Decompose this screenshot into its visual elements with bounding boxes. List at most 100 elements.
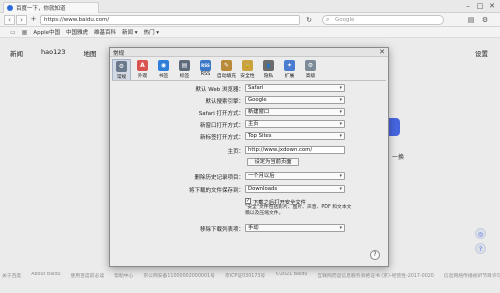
tab-label: 扩展 [284,74,295,79]
save-downloads-select[interactable]: Downloads ▾ [245,185,345,193]
search-input[interactable]: ⌕ Google [322,15,444,25]
tab-pref-2[interactable]: ◉ 书签 [154,59,173,80]
homepage-row: 主页： http://www.jxdown.com/ [110,146,388,155]
help-button[interactable]: ? [370,250,380,260]
preferences-tabs: ⚙ 常规 A 外观 ◉ 书签 ▤ 标签 RSS RSS ✎ 自动填充 🔒 安全性 👤 隐私 ✦ 扩展 ⚙ 高级 [112,59,386,81]
set-current-row: 设定为当前页面 [110,158,388,167]
search-icon: ⌕ [326,16,330,23]
tab-label: 高级 [305,74,316,79]
search-engine-value: Google [248,97,267,103]
new-window-label: 新窗口打开方式： [199,123,244,129]
reload-icon[interactable]: ↻ [304,15,314,25]
chevron-down-icon: ▾ [339,225,342,231]
save-downloads-row: 将下载的文件保存到： Downloads ▾ [110,185,388,194]
default-browser-value: Safari [248,85,264,91]
bookmark-item[interactable]: 新闻 ▾ [122,28,138,36]
chevron-down-icon: ▾ [339,133,342,139]
remove-history-select[interactable]: 一个月以后 ▾ [245,172,345,180]
remove-downloads-select[interactable]: 手动 ▾ [245,224,345,232]
browser-toolbar: ‹ › + https://www.baidu.com/ ↻ ⌕ Google … [0,13,500,27]
save-downloads-label: 将下载的文件保存到： [188,188,244,194]
dialog-title: 常规 [113,51,125,57]
address-bar[interactable]: https://www.baidu.com/ [40,15,300,25]
bookmark-item[interactable]: 中国雅虎 [66,28,88,36]
tab-label: 外观 [137,74,148,79]
remove-downloads-label: 移除下载列表项： [199,227,244,233]
search-engine-select[interactable]: Google ▾ [245,96,345,104]
chevron-down-icon: ▾ [339,121,342,127]
tab-icon: 👤 [263,60,274,71]
search-placeholder: Google [335,17,355,23]
title-bar: 百度一下，你就知道 – □ ✕ [0,0,500,13]
default-browser-select[interactable]: Safari ▾ [245,84,345,92]
chevron-down-icon: ▾ [339,186,342,192]
tab-pref-1[interactable]: A 外观 [133,59,152,80]
chevron-down-icon: ▾ [339,173,342,179]
open-safari-value: 新建窗口 [248,109,270,115]
bookmark-item[interactable]: 维基百科 [94,28,116,36]
remove-downloads-row: 移除下载列表项： 手动 ▾ [110,224,388,233]
maximize-icon[interactable]: □ [474,1,486,11]
bookmark-item[interactable]: Apple中国 [33,28,60,36]
close-icon[interactable]: ✕ [379,48,385,56]
remove-history-row: 删除历史记录项目： 一个月以后 ▾ [110,172,388,181]
page-menu-icon[interactable]: ▤ [466,15,476,25]
tab-icon: RSS [200,60,211,71]
tab-label: 标签 [179,74,190,79]
dialog-title-bar: 常规 ✕ [110,48,388,57]
set-current-page-button[interactable]: 设定为当前页面 [247,158,299,166]
tab-pref-8[interactable]: ✦ 扩展 [280,59,299,80]
search-engine-row: 默认搜索引擎： Google ▾ [110,96,388,105]
remove-history-label: 删除历史记录项目： [194,175,244,181]
tab-pref-5[interactable]: ✎ 自动填充 [217,59,236,80]
homepage-label: 主页： [227,149,244,155]
close-window-icon[interactable]: ✕ [486,1,498,11]
bookmark-item[interactable]: 热门 ▾ [144,28,160,36]
new-window-select[interactable]: 主页 ▾ [245,120,345,128]
top-sites-icon[interactable]: ▦ [22,29,28,36]
tab-label: 隐私 [263,74,274,79]
open-safari-select[interactable]: 新建窗口 ▾ [245,108,345,116]
search-engine-label: 默认搜索引擎： [205,99,244,105]
homepage-field[interactable]: http://www.jxdown.com/ [245,146,345,154]
bookmarks-book-icon[interactable]: ▭ [10,29,16,36]
tab-pref-7[interactable]: 👤 隐私 [259,59,278,80]
new-tab-label: 新标签打开方式： [199,135,244,141]
tab-general[interactable]: ⚙ 常规 [112,59,131,80]
tab-pref-6[interactable]: 🔒 安全性 [238,59,257,80]
browser-tab[interactable]: 百度一下，你就知道 [3,2,99,13]
tab-title: 百度一下，你就知道 [16,6,66,12]
tab-icon: ✦ [284,60,295,71]
gear-icon[interactable]: ⚙ [480,15,490,25]
preferences-dialog: 常规 ✕ ⚙ 常规 A 外观 ◉ 书签 ▤ 标签 RSS RSS ✎ 自动填充 🔒 安全性 👤 隐私 ✦ 扩展 ⚙ 高… [109,47,389,267]
tab-icon: ⚙ [116,61,127,72]
new-window-value: 主页 [248,121,259,127]
chevron-down-icon: ▾ [339,109,342,115]
tab-label: RSS [200,72,211,77]
open-safari-label: Safari 打开方式： [198,111,244,117]
baidu-favicon-icon [7,5,13,11]
new-tab-value: Top Sites [248,133,272,139]
tab-icon: ▤ [179,60,190,71]
remove-downloads-value: 手动 [248,225,259,231]
add-bookmark-icon[interactable]: + [28,15,39,25]
remove-history-value: 一个月以后 [248,173,275,179]
tab-pref-3[interactable]: ▤ 标签 [175,59,194,80]
tab-pref-4[interactable]: RSS RSS [196,59,215,80]
tab-label: 常规 [116,75,127,80]
tab-pref-9[interactable]: ⚙ 高级 [301,59,320,80]
new-window-row: 新窗口打开方式： 主页 ▾ [110,120,388,129]
new-tab-select[interactable]: Top Sites ▾ [245,132,345,140]
chevron-down-icon: ▾ [339,97,342,103]
open-safe-checkbox[interactable]: ✓ [245,198,251,204]
tab-icon: A [137,60,148,71]
new-tab-row: 新标签打开方式： Top Sites ▾ [110,132,388,141]
default-browser-label: 默认 Web 浏览器： [195,87,245,93]
tab-label: 自动填充 [216,74,237,79]
tab-icon: ◉ [158,60,169,71]
forward-button[interactable]: › [16,15,27,25]
chevron-down-icon: ▾ [339,85,342,91]
window-controls: – □ ✕ [462,1,498,11]
back-button[interactable]: ‹ [4,15,15,25]
minimize-icon[interactable]: – [462,1,474,11]
